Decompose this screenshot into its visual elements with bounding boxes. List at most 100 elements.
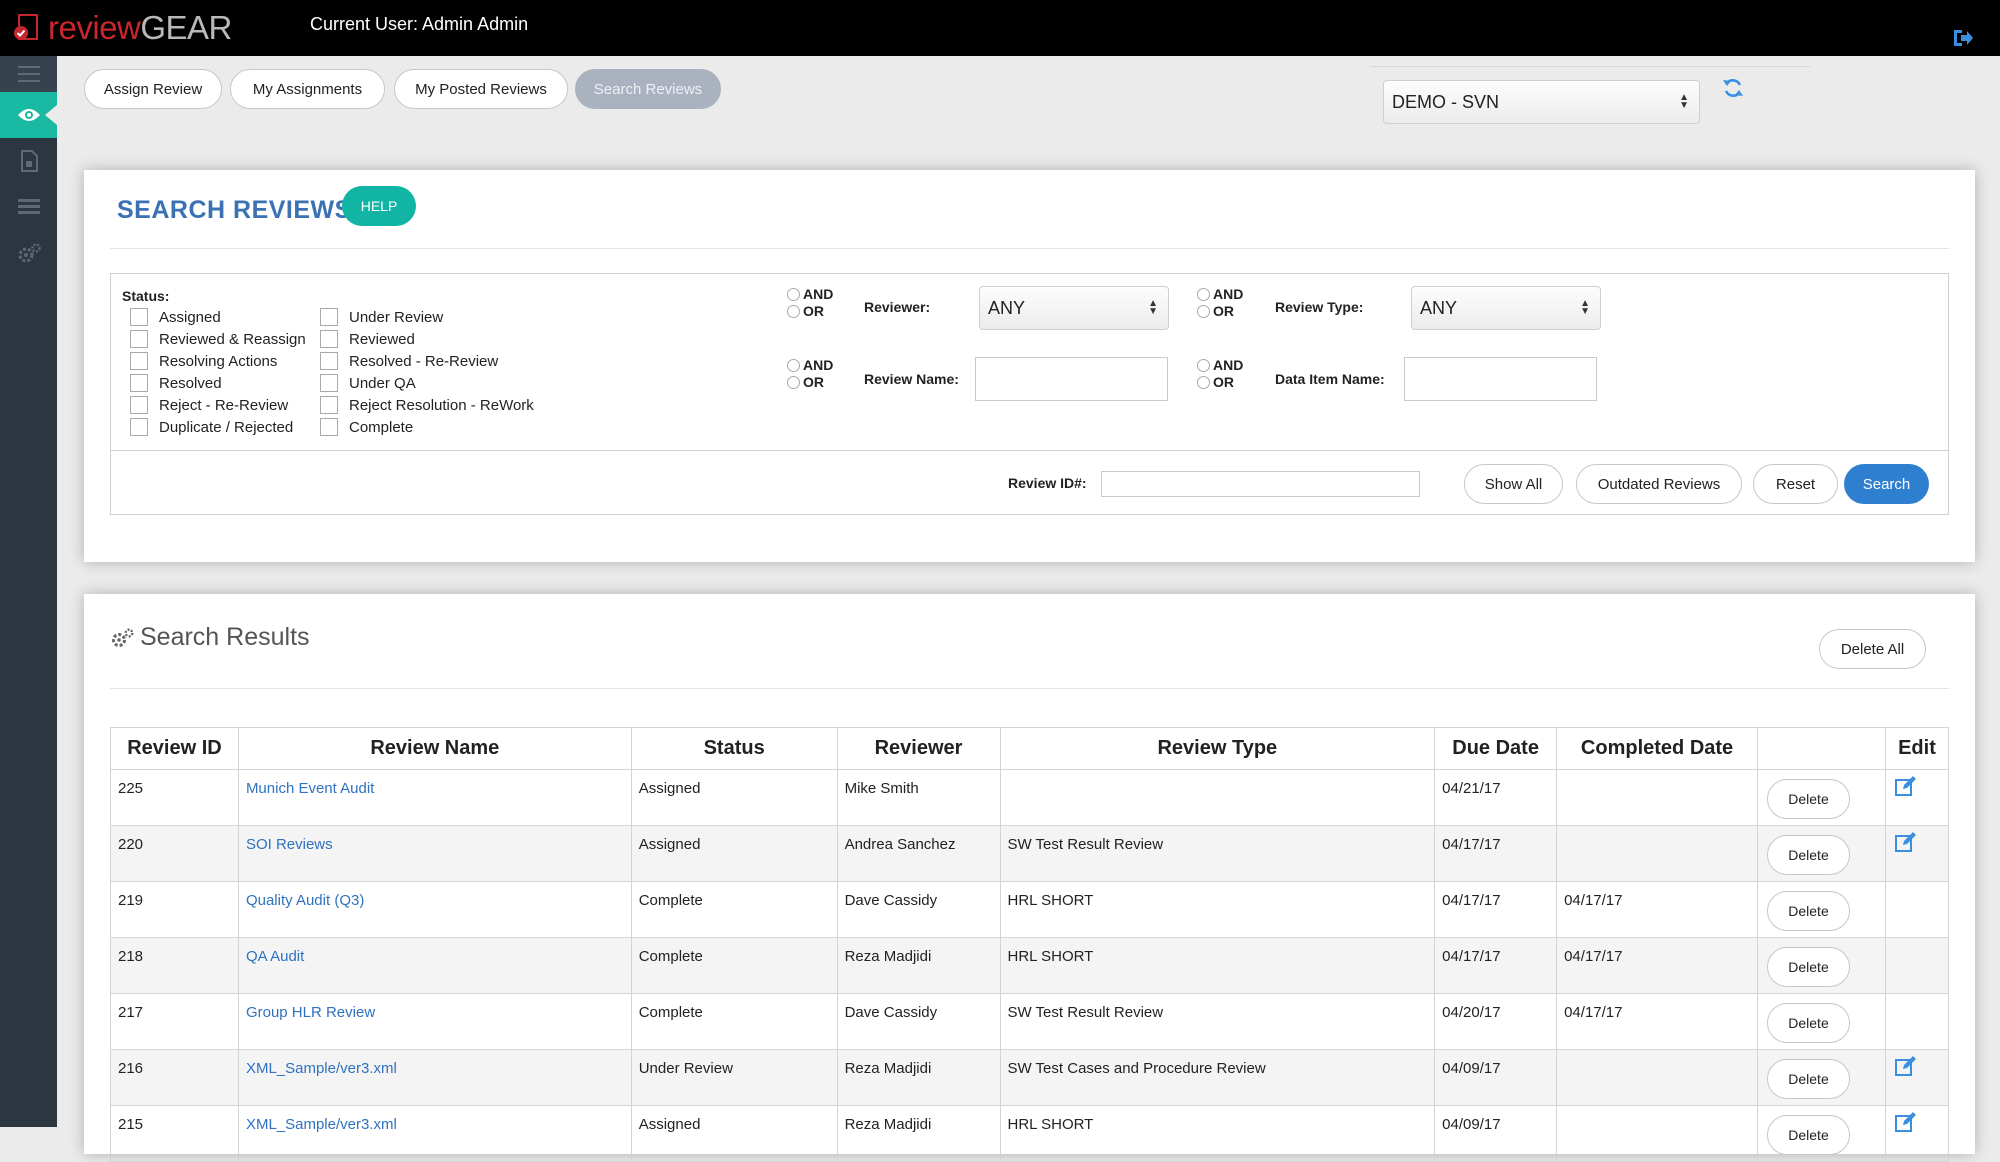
status-checkbox-under-review[interactable]: Under Review (320, 308, 443, 326)
and-radio[interactable]: AND (787, 357, 833, 374)
or-radio[interactable]: OR (1197, 374, 1243, 391)
nav-list[interactable] (0, 184, 57, 230)
table-row[interactable]: 220 SOI Reviews Assigned Andrea Sanchez SW T… (110, 825, 1950, 882)
radio[interactable] (787, 305, 800, 318)
outdated-reviews-button[interactable]: Outdated Reviews (1576, 464, 1742, 504)
checkbox[interactable] (130, 352, 148, 370)
table-row[interactable]: 225 Munich Event Audit Assigned Mike Smith 0… (110, 769, 1950, 826)
status-checkbox-complete[interactable]: Complete (320, 418, 413, 436)
cell-status: Under Review (630, 1049, 838, 1106)
project-select[interactable]: DEMO - SVN ▲ ▼ (1383, 80, 1700, 124)
delete-all-button[interactable]: Delete All (1819, 629, 1926, 669)
status-checkbox-duplicate-rejected[interactable]: Duplicate / Rejected (130, 418, 293, 436)
edit-icon[interactable] (1894, 1112, 1917, 1132)
status-checkbox-under-qa[interactable]: Under QA (320, 374, 416, 392)
col-header-completed-date[interactable]: Completed Date (1556, 727, 1758, 770)
col-header-review-type[interactable]: Review Type (999, 727, 1436, 770)
radio[interactable] (787, 376, 800, 389)
data-item-name-input[interactable] (1404, 357, 1597, 401)
radio[interactable] (1197, 288, 1210, 301)
radio[interactable] (1197, 305, 1210, 318)
or-radio[interactable]: OR (787, 303, 833, 320)
status-checkbox-reject-re-review[interactable]: Reject - Re-Review (130, 396, 288, 414)
col-header-reviewer[interactable]: Reviewer (836, 727, 1001, 770)
table-row[interactable]: 218 QA Audit Complete Reza Madjidi HRL SHORT… (110, 937, 1950, 994)
edit-icon[interactable] (1894, 776, 1917, 796)
checkbox[interactable] (130, 396, 148, 414)
delete-row-button[interactable]: Delete (1767, 1003, 1850, 1043)
col-header-review-id[interactable]: Review ID (110, 727, 239, 770)
review-name-link[interactable]: XML_Sample/ver3.xml (246, 1060, 397, 1077)
tab-search-reviews[interactable]: Search Reviews (575, 69, 721, 109)
review-name-input[interactable] (975, 357, 1168, 401)
radio[interactable] (787, 288, 800, 301)
nav-reviews[interactable] (0, 92, 57, 138)
checkbox[interactable] (320, 396, 338, 414)
side-nav (0, 56, 57, 1127)
status-checkbox-reviewed[interactable]: Reviewed (320, 330, 415, 348)
delete-row-button[interactable]: Delete (1767, 1059, 1850, 1099)
table-row[interactable]: 215 XML_Sample/ver3.xml Assigned Reza Madji… (110, 1105, 1950, 1162)
checkbox[interactable] (130, 374, 148, 392)
or-radio[interactable]: OR (787, 374, 833, 391)
cell-review-id: 216 (110, 1049, 239, 1106)
review-name-link[interactable]: Group HLR Review (246, 1004, 375, 1021)
review-name-link[interactable]: Quality Audit (Q3) (246, 892, 364, 909)
checkbox[interactable] (320, 330, 338, 348)
checkbox[interactable] (320, 308, 338, 326)
review-name-link[interactable]: Munich Event Audit (246, 780, 374, 797)
status-checkbox-resolved-re-review[interactable]: Resolved - Re-Review (320, 352, 498, 370)
radio[interactable] (787, 359, 800, 372)
checkbox[interactable] (320, 352, 338, 370)
nav-menu[interactable] (0, 56, 57, 92)
review-name-link[interactable]: QA Audit (246, 948, 304, 965)
col-header-status[interactable]: Status (630, 727, 838, 770)
col-header-due-date[interactable]: Due Date (1434, 727, 1558, 770)
help-button[interactable]: HELP (342, 186, 416, 226)
status-checkbox-assigned[interactable]: Assigned (130, 308, 221, 326)
col-header-review-name[interactable]: Review Name (237, 727, 632, 770)
app-logo[interactable]: reviewGEAR (12, 0, 232, 56)
review-id-input[interactable] (1101, 471, 1420, 497)
and-radio[interactable]: AND (787, 286, 833, 303)
edit-icon[interactable] (1894, 832, 1917, 852)
delete-row-button[interactable]: Delete (1767, 779, 1850, 819)
radio[interactable] (1197, 359, 1210, 372)
radio[interactable] (1197, 376, 1210, 389)
status-checkbox-resolved[interactable]: Resolved (130, 374, 222, 392)
tab-my-assignments[interactable]: My Assignments (230, 69, 385, 109)
status-checkbox-resolving-actions[interactable]: Resolving Actions (130, 352, 277, 370)
reviewer-select[interactable]: ANY ▲ ▼ (979, 286, 1169, 330)
delete-row-button[interactable]: Delete (1767, 891, 1850, 931)
delete-row-button[interactable]: Delete (1767, 947, 1850, 987)
nav-documents[interactable] (0, 138, 57, 184)
status-checkbox-reject-resolution-rework[interactable]: Reject Resolution - ReWork (320, 396, 534, 414)
tab-assign-review[interactable]: Assign Review (84, 69, 222, 109)
checkbox[interactable] (320, 374, 338, 392)
edit-icon[interactable] (1894, 1056, 1917, 1076)
reset-button[interactable]: Reset (1753, 464, 1838, 504)
table-row[interactable]: 216 XML_Sample/ver3.xml Under Review Reza M… (110, 1049, 1950, 1106)
status-checkbox-reviewed-reassign[interactable]: Reviewed & Reassign (130, 330, 306, 348)
checkbox[interactable] (130, 308, 148, 326)
show-all-button[interactable]: Show All (1464, 464, 1563, 504)
and-radio[interactable]: AND (1197, 286, 1243, 303)
review-name-link[interactable]: SOI Reviews (246, 836, 333, 853)
review-type-select[interactable]: ANY ▲ ▼ (1411, 286, 1601, 330)
search-button[interactable]: Search (1844, 464, 1929, 504)
checkbox[interactable] (320, 418, 338, 436)
cell-review-name: SOI Reviews (237, 825, 632, 882)
checkbox[interactable] (130, 418, 148, 436)
checkbox[interactable] (130, 330, 148, 348)
nav-settings[interactable] (0, 230, 57, 276)
table-row[interactable]: 217 Group HLR Review Complete Dave Cassidy S… (110, 993, 1950, 1050)
tab-my-posted-reviews[interactable]: My Posted Reviews (394, 69, 568, 109)
delete-row-button[interactable]: Delete (1767, 835, 1850, 875)
or-radio[interactable]: OR (1197, 303, 1243, 320)
review-name-link[interactable]: XML_Sample/ver3.xml (246, 1116, 397, 1133)
table-row[interactable]: 219 Quality Audit (Q3) Complete Dave Cassid… (110, 881, 1950, 938)
and-radio[interactable]: AND (1197, 357, 1243, 374)
logout-icon[interactable] (1952, 28, 1974, 48)
refresh-icon[interactable] (1722, 77, 1744, 99)
delete-row-button[interactable]: Delete (1767, 1115, 1850, 1155)
